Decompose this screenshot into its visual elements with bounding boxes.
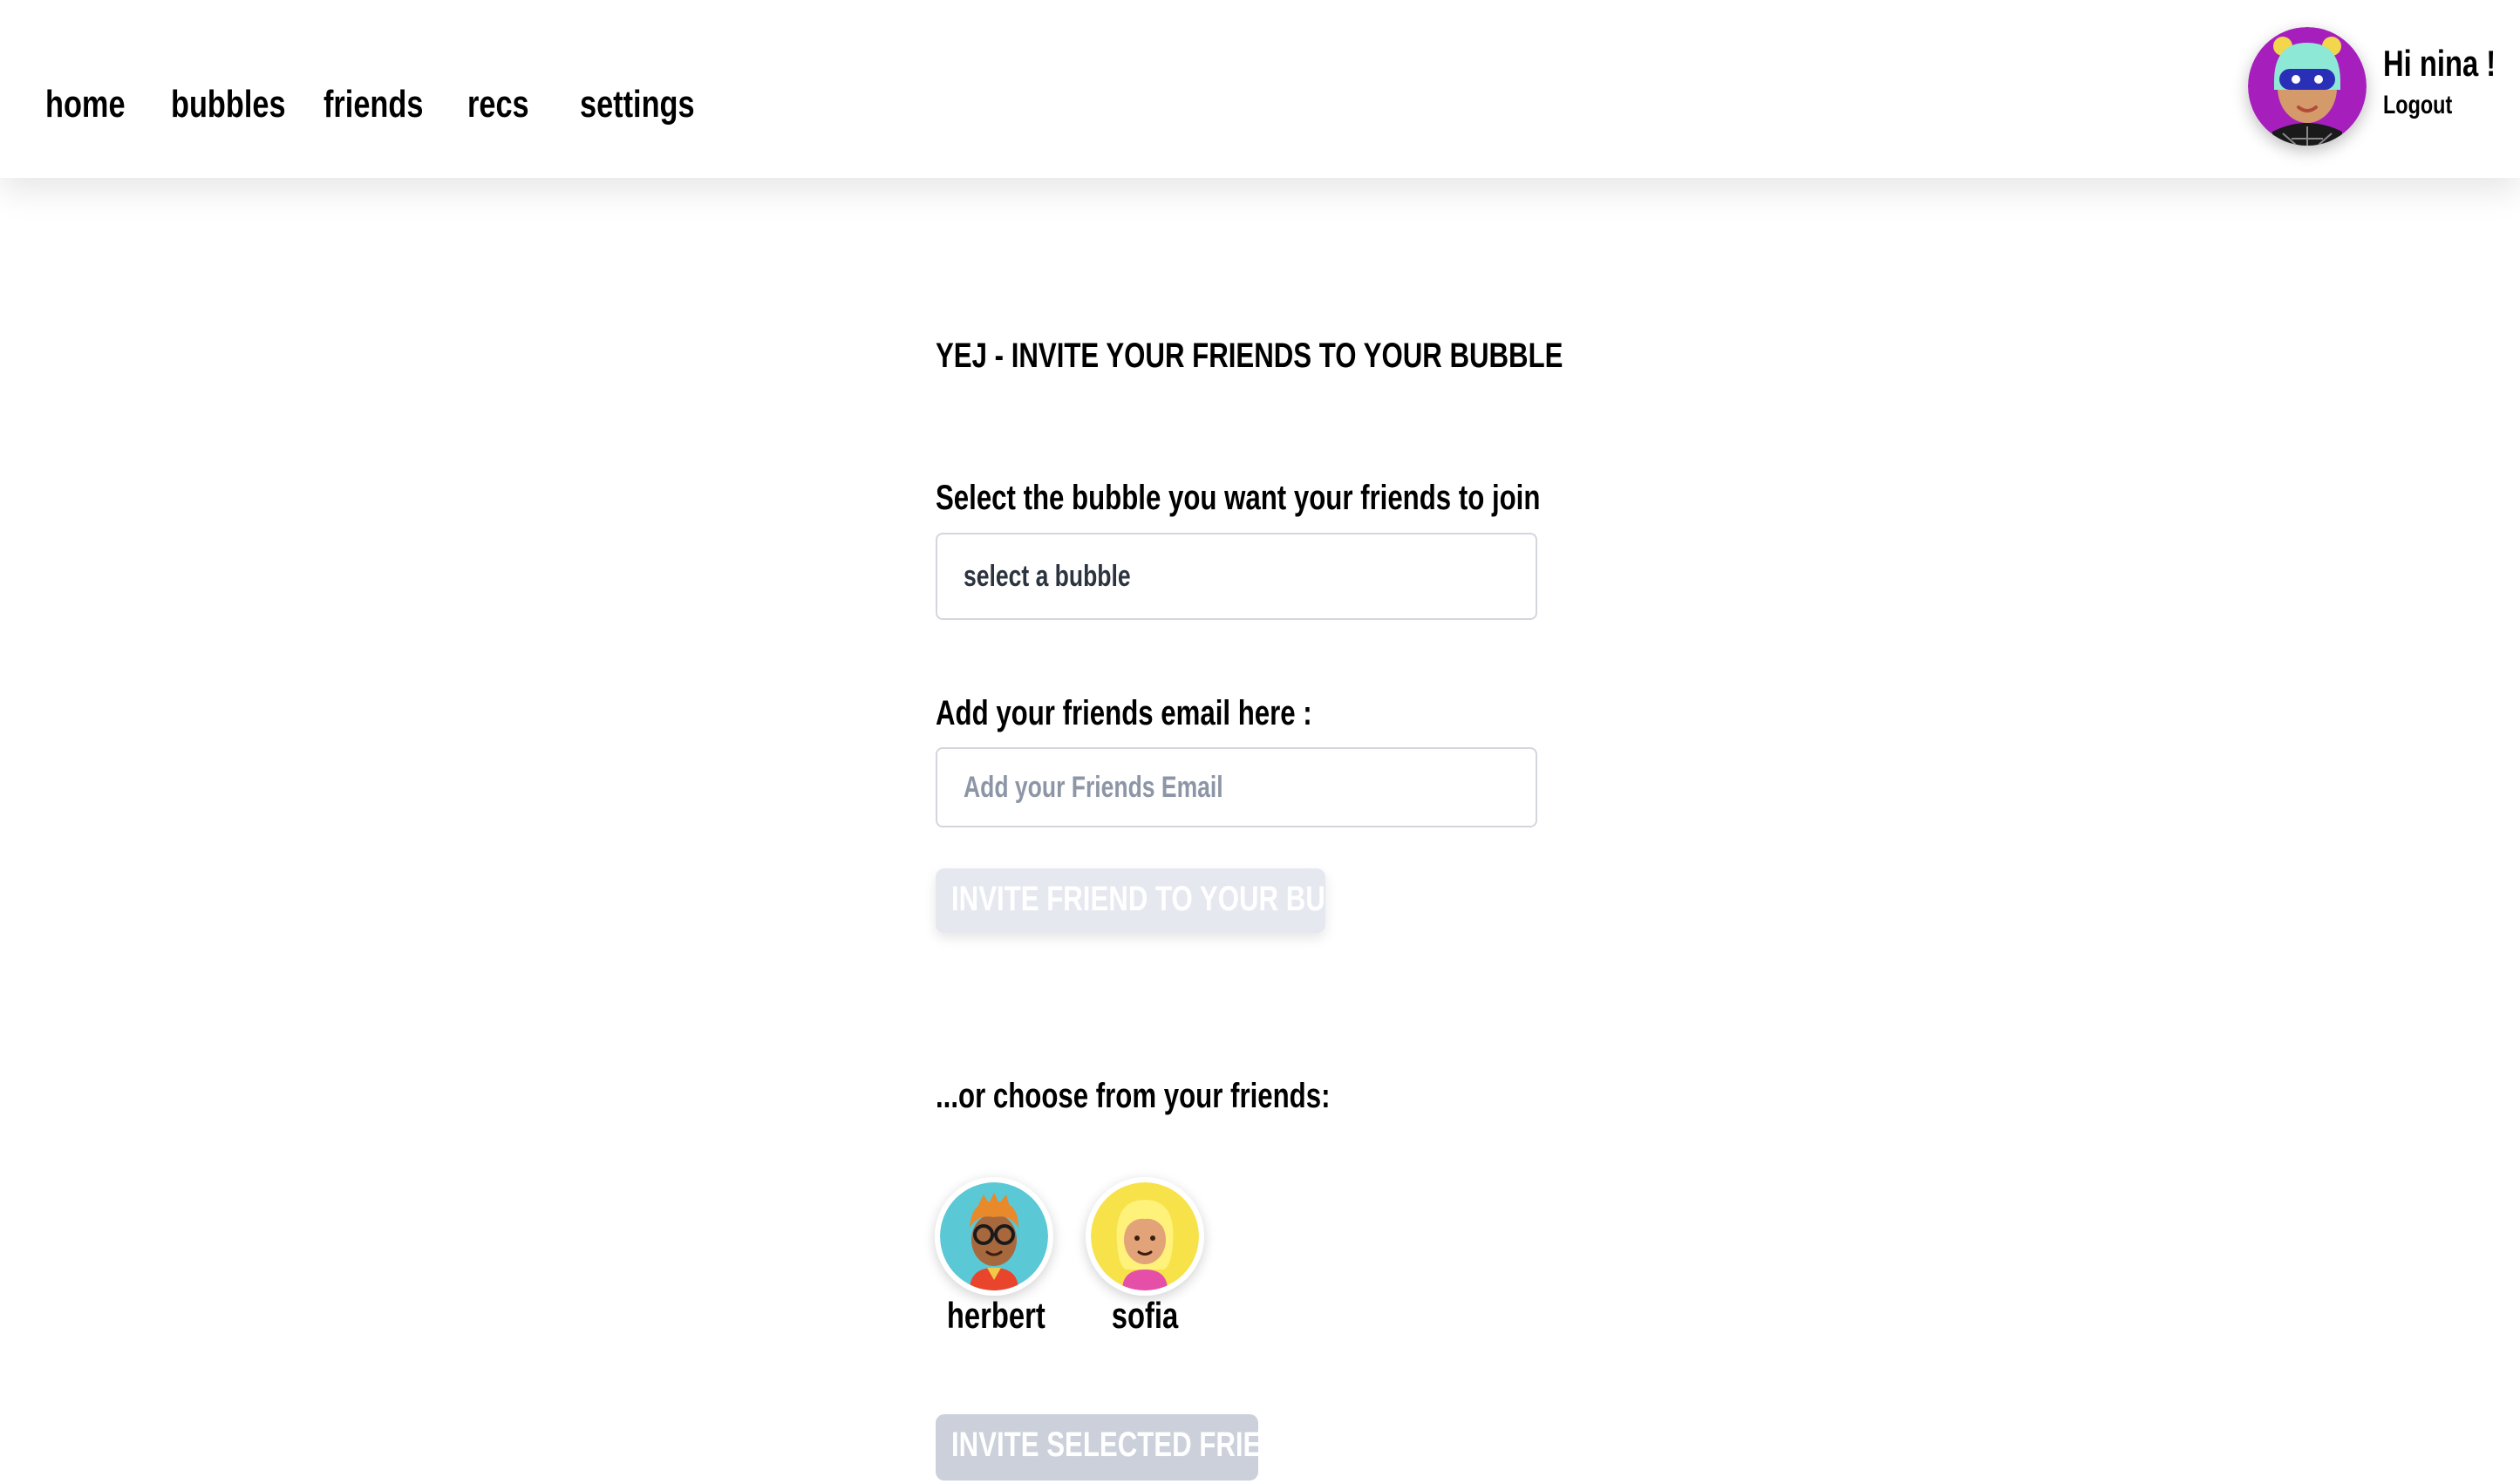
logout-link[interactable]: Logout: [2383, 89, 2472, 122]
bubble-select[interactable]: select a bubble: [936, 533, 1537, 620]
top-navbar: home bubbles friends recs settings Hi ni…: [0, 0, 2520, 178]
email-label: Add your friends email here :: [936, 694, 1312, 732]
nav-item-recs[interactable]: recs: [467, 78, 547, 131]
friend-card-sofia[interactable]: sofia: [1084, 1177, 1206, 1336]
invite-selected-friends-button[interactable]: INVITE SELECTED FRIENDS: [936, 1414, 1258, 1481]
nav-item-bubbles[interactable]: bubbles: [171, 78, 318, 131]
friend-avatar: [1086, 1177, 1204, 1296]
superhero-avatar-icon: [2248, 27, 2367, 146]
friends-heading: ...or choose from your friends:: [936, 1077, 1331, 1115]
user-greeting: Hi nina !: [2383, 43, 2496, 84]
invite-friend-button[interactable]: INVITE FRIEND TO YOUR BUBBLE: [936, 868, 1325, 933]
friend-card-herbert[interactable]: herbert: [933, 1177, 1055, 1336]
boy-avatar-icon: [940, 1182, 1048, 1290]
friend-avatar: [935, 1177, 1053, 1296]
friend-name: sofia: [1111, 1295, 1179, 1336]
nav-item-friends[interactable]: friends: [324, 78, 452, 131]
nav-item-settings[interactable]: settings: [580, 78, 727, 131]
bubble-select-label: Select the bubble you want your friends …: [936, 479, 1541, 517]
friend-name: herbert: [946, 1295, 1045, 1336]
page: home bubbles friends recs settings Hi ni…: [0, 0, 2520, 1484]
nav-item-home[interactable]: home: [45, 78, 147, 131]
user-avatar[interactable]: [2248, 27, 2367, 146]
girl-avatar-icon: [1091, 1182, 1199, 1290]
page-title: YEJ - INVITE YOUR FRIENDS TO YOUR BUBBLE: [936, 337, 1563, 375]
friend-email-input[interactable]: Add your Friends Email: [936, 747, 1537, 827]
